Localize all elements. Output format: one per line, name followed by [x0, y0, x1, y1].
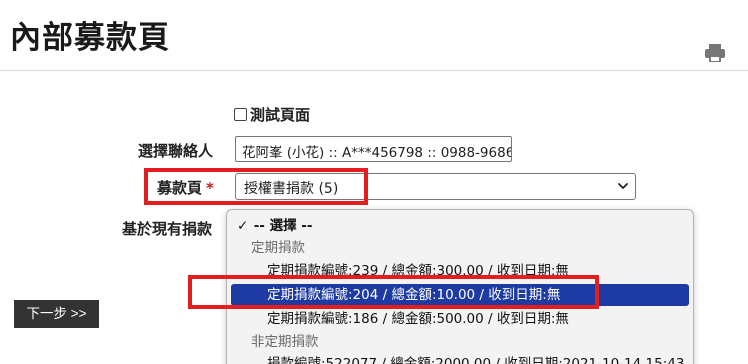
annotation-highlight-selected-option	[188, 275, 599, 309]
test-page-label[interactable]: 測試頁面	[250, 104, 310, 125]
contact-label: 選擇聯絡人	[138, 142, 214, 160]
test-page-row: 測試頁面	[234, 104, 310, 125]
header-divider	[0, 70, 748, 71]
print-icon[interactable]	[704, 42, 726, 64]
next-step-button[interactable]: 下一步 >>	[14, 300, 99, 328]
existing-donation-label: 基於現有捐款	[122, 220, 213, 238]
optgroup-nonrecurring: 非定期捐款	[251, 334, 319, 350]
page-title: 內部募款頁	[10, 20, 170, 56]
optgroup-recurring: 定期捐款	[251, 240, 305, 256]
contact-field[interactable]: 花阿峯 (小花) :: A***456798 :: 0988-968686	[235, 136, 512, 162]
option-nonrecurring-522077[interactable]: 捐款編號:522077 / 總金額:2000.00 / 收到日期:2021-10…	[227, 353, 693, 364]
test-page-checkbox[interactable]	[234, 108, 247, 121]
option-choose-label: -- 選擇 --	[253, 218, 313, 234]
chevron-down-icon	[618, 183, 628, 189]
option-recurring-186[interactable]: 定期捐款編號:186 / 總金額:500.00 / 收到日期:無	[227, 308, 693, 330]
annotation-highlight-page-select	[144, 168, 368, 205]
check-icon: ✓	[237, 218, 249, 234]
option-choose[interactable]: ✓ -- 選擇 --	[227, 215, 693, 237]
